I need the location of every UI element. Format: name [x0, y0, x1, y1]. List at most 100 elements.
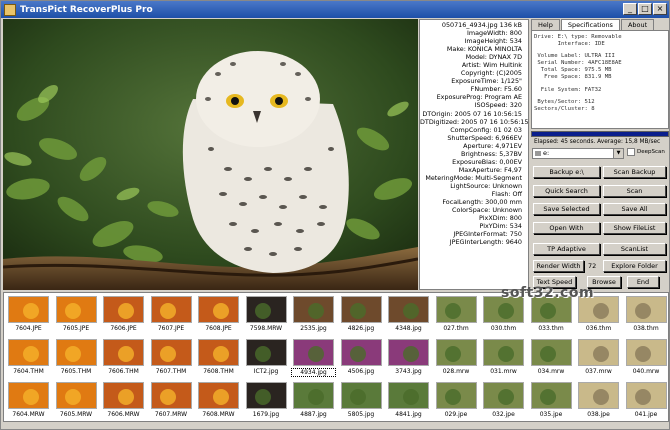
thumbnail-item[interactable]: 5805.jpg: [339, 380, 384, 421]
thumbnail-item[interactable]: 028.mrw: [434, 337, 479, 379]
thumbnail-image: [578, 339, 619, 366]
exif-line: ExposureTime: 1/125": [451, 77, 522, 86]
maximize-button[interactable]: □: [638, 3, 652, 15]
exif-line: Make: KONICA MINOLTA: [446, 45, 522, 54]
thumbnail-item[interactable]: 027.thm: [434, 294, 479, 336]
thumbnail-caption: 7608.JPE: [205, 325, 232, 332]
snowy-owl-image: [3, 19, 418, 290]
tab-specifications[interactable]: Specifications: [560, 19, 620, 30]
thumbnail-item[interactable]: 1679.jpg: [244, 380, 289, 421]
tab-bar: Help Specifications About: [531, 19, 655, 30]
thumbnail-item[interactable]: 034.mrw: [529, 337, 574, 379]
thumbnail-item[interactable]: 7606.JPE: [101, 294, 146, 336]
thumbnail-item[interactable]: 037.mrw: [576, 337, 621, 379]
backup-button[interactable]: Backup e:\: [533, 166, 600, 178]
thumbnail-item[interactable]: 7604.JPE: [6, 294, 51, 336]
status-bar: [3, 423, 669, 429]
thumbnail-image: [625, 382, 667, 409]
exif-line: Copyright: (C)2005: [460, 69, 522, 78]
thumbnail-image: [388, 382, 429, 409]
title-bar[interactable]: TransPict RecoverPlus Pro _ □ ×: [1, 1, 669, 18]
thumbnail-image: [55, 382, 97, 409]
thumbnail-item[interactable]: 7608.JPE: [196, 294, 241, 336]
explore-folder-button[interactable]: Explore Folder: [603, 260, 666, 272]
thumbnail-item[interactable]: 7607.THM: [149, 337, 194, 379]
thumbnail-item[interactable]: 7607.MRW: [149, 380, 194, 421]
thumbnail-image: [150, 382, 192, 409]
thumbnail-item[interactable]: 7608.THM: [196, 337, 241, 379]
thumbnail-item[interactable]: 029.jpe: [434, 380, 479, 421]
spec-line: Interface: IDE: [534, 41, 605, 48]
thumbnail-caption: 4841.jpg: [395, 411, 422, 418]
thumbnail-item[interactable]: 4934.jpg: [291, 337, 336, 379]
exif-line: JPEGInterFormat: 750: [453, 230, 522, 239]
thumbnail-caption: 033.thm: [538, 325, 564, 332]
thumbnail-image: [245, 339, 287, 366]
render-width-button[interactable]: Render Width: [533, 260, 584, 272]
deepscan-checkbox[interactable]: [627, 148, 635, 156]
thumbnail-item[interactable]: 7605.JPE: [54, 294, 99, 336]
save-selected-button[interactable]: Save Selected: [533, 203, 600, 215]
tab-about[interactable]: About: [620, 19, 655, 30]
thumbnail-item[interactable]: 7605.MRW: [54, 380, 99, 421]
thumbnail-item[interactable]: 041.jpe: [624, 380, 669, 421]
thumbnail-item[interactable]: ICT2.jpg: [244, 337, 289, 379]
end-button[interactable]: End: [627, 276, 659, 288]
save-all-button[interactable]: Save All: [603, 203, 666, 215]
drive-select[interactable]: e: ▼: [532, 148, 624, 159]
thumbnail-item[interactable]: 031.mrw: [481, 337, 526, 379]
thumbnail-item[interactable]: 4887.jpg: [291, 380, 336, 421]
thumbnail-caption: 7598.MRW: [249, 325, 283, 332]
thumbnail-item[interactable]: 4841.jpg: [386, 380, 431, 421]
thumbnail-caption: 1679.jpg: [252, 411, 280, 418]
thumbnail-image: [388, 296, 429, 323]
tab-help[interactable]: Help: [531, 19, 560, 30]
exif-line: 050716_4934.jpg 136 kB: [441, 21, 522, 29]
app-icon: [4, 3, 16, 16]
thumbnail-item[interactable]: 7607.JPE: [149, 294, 194, 336]
thumbnail-caption: 041.jpe: [634, 411, 658, 418]
scanlist-button[interactable]: ScanList: [603, 243, 666, 255]
thumbnail-item[interactable]: 7605.THM: [54, 337, 99, 379]
chevron-down-icon[interactable]: ▼: [613, 149, 623, 158]
thumbnail-caption: 7607.MRW: [154, 411, 188, 418]
thumbnail-item[interactable]: 7606.MRW: [101, 380, 146, 421]
thumbnail-item[interactable]: 038.thm: [624, 294, 669, 336]
scan-backup-button[interactable]: Scan Backup: [603, 166, 666, 178]
thumbnail-image: [245, 382, 287, 409]
thumbnail-image: [435, 339, 477, 366]
show-filelist-button[interactable]: Show FileList: [603, 222, 666, 234]
thumbnail-item[interactable]: 7608.MRW: [196, 380, 241, 421]
thumbnail-item[interactable]: 040.mrw: [624, 337, 669, 379]
thumbnail-item[interactable]: 7604.MRW: [6, 380, 51, 421]
thumbnail-item[interactable]: 4506.jpg: [339, 337, 384, 379]
exif-line: ExposureBias: 0,00EV: [452, 157, 522, 166]
watermark-text: soft32.com: [501, 285, 595, 301]
thumbnail-item[interactable]: 038.jpe: [576, 380, 621, 421]
thumbnail-item[interactable]: 032.jpe: [481, 380, 526, 421]
thumbnail-item[interactable]: 7604.THM: [6, 337, 51, 379]
thumbnail-caption: 040.mrw: [632, 368, 660, 375]
spec-line: Drive: E:\ type: Removable: [534, 34, 622, 40]
quick-search-button[interactable]: Quick Search: [533, 185, 600, 197]
open-with-button[interactable]: Open With: [533, 222, 600, 234]
thumbnail-item[interactable]: 4348.jpg: [386, 294, 431, 336]
tp-adaptive-button[interactable]: TP Adaptive: [533, 243, 600, 255]
thumbnail-caption: 7604.MRW: [12, 411, 45, 418]
exif-line: Brightness: 5,37BV: [460, 149, 522, 158]
thumbnail-item[interactable]: 3743.jpg: [386, 337, 431, 379]
thumbnail-caption: 028.mrw: [442, 368, 470, 375]
scan-button[interactable]: Scan: [603, 185, 666, 197]
thumbnail-caption: 4348.jpg: [395, 325, 422, 332]
thumbnail-item[interactable]: 4826.jpg: [339, 294, 384, 336]
spec-line: Free Space: 831.9 MB: [534, 74, 612, 81]
thumbnail-item[interactable]: 035.jpe: [529, 380, 574, 421]
thumbnail-image: [150, 296, 192, 323]
exif-line: ISOSpeed: 320: [474, 101, 522, 110]
close-button[interactable]: ×: [653, 3, 667, 15]
thumbnail-image: [530, 382, 572, 409]
thumbnail-item[interactable]: 7606.THM: [101, 337, 146, 379]
thumbnail-item[interactable]: 2535.jpg: [291, 294, 336, 336]
minimize-button[interactable]: _: [623, 3, 637, 15]
thumbnail-item[interactable]: 7598.MRW: [244, 294, 289, 336]
